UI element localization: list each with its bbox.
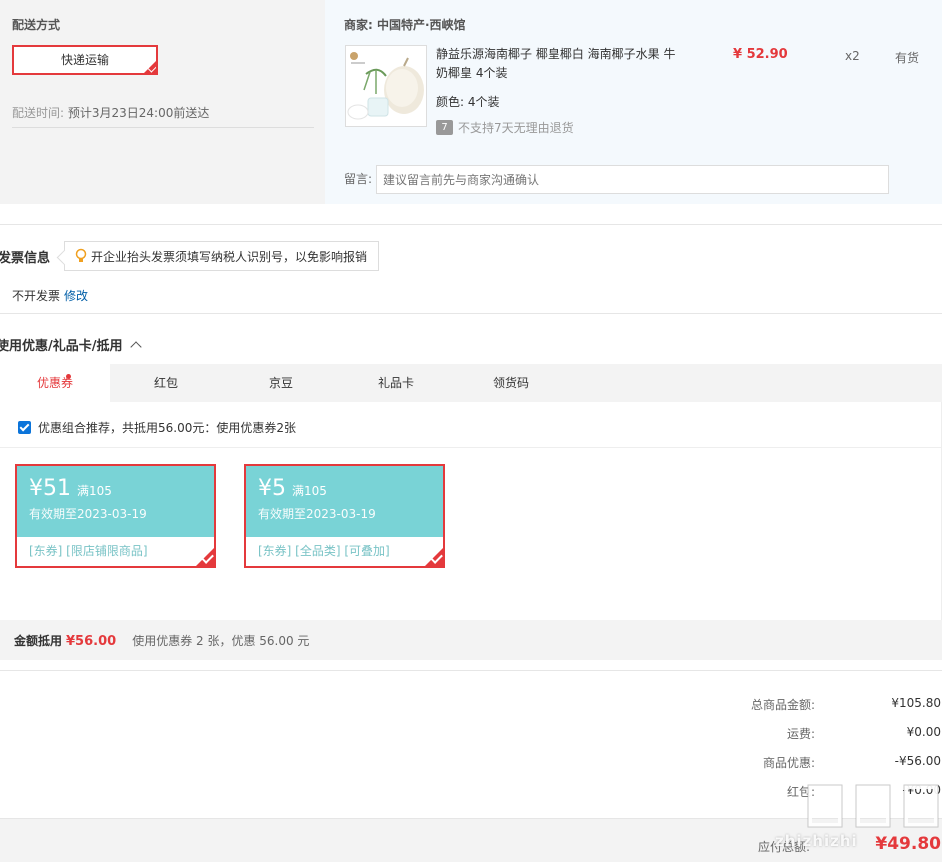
combo-text: 优惠组合推荐，共抵用56.00元：使用优惠券2张 xyxy=(38,421,296,435)
tab-redeem-code[interactable]: 领货码 xyxy=(452,364,570,402)
message-input[interactable] xyxy=(376,165,889,194)
selected-check-icon xyxy=(196,548,214,566)
no-return-icon: 7 xyxy=(436,120,453,135)
return-policy: 7 不支持7天无理由退货 xyxy=(436,119,574,136)
selected-check-icon xyxy=(144,61,156,73)
coupon-card[interactable]: ¥51 满105 有效期至2023-03-19 [东券] [限店铺限商品] xyxy=(15,464,216,568)
message-label: 留言: xyxy=(344,172,373,186)
lightbulb-icon xyxy=(75,248,87,262)
invoice-title: 发票信息 xyxy=(0,251,51,266)
divider xyxy=(0,313,942,314)
goods-discount-value: -¥56.00 xyxy=(894,754,941,768)
invoice-state: 不开发票 修改 xyxy=(12,287,88,304)
summary-amount: ¥56.00 xyxy=(66,634,117,649)
invoice-state-text: 不开发票 xyxy=(12,289,61,303)
divider xyxy=(0,447,942,448)
coupon-amount: ¥5 xyxy=(258,476,286,501)
shipping-option-label: 快递运输 xyxy=(60,53,109,67)
merchant-value: 中国特产·西峡馆 xyxy=(377,18,466,32)
coupon-amount: ¥51 xyxy=(29,476,71,501)
summary-desc: 使用优惠券 2 张，优惠 56.00 元 xyxy=(132,634,310,648)
watermark-text: zhizhizhi xyxy=(775,832,858,850)
tab-gift-card[interactable]: 礼品卡 xyxy=(340,364,452,402)
total-goods-value: ¥105.80 xyxy=(891,696,941,710)
coupon-condition: 满105 xyxy=(77,484,112,498)
chevron-up-icon xyxy=(129,341,142,353)
tab-coupons[interactable]: 优惠券 xyxy=(0,364,110,402)
tab-jd-beans[interactable]: 京豆 xyxy=(222,364,340,402)
delivery-time: 配送时间: 预计3月23日24:00前送达 xyxy=(12,104,209,121)
return-policy-text: 不支持7天无理由退货 xyxy=(458,121,574,135)
coupon-tags: [东券] [全品类] [可叠加] xyxy=(246,537,443,566)
product-color: 颜色: 4个装 xyxy=(436,93,500,110)
invoice-tip: 开企业抬头发票须填写纳税人识别号，以免影响报销 xyxy=(64,241,379,271)
coupon-tabs: 优惠券 红包 京豆 礼品卡 领货码 xyxy=(0,364,942,402)
divider xyxy=(12,127,314,128)
summary-label: 金额抵用 xyxy=(14,634,63,648)
product-price: ¥ 52.90 xyxy=(733,47,788,62)
selected-check-icon xyxy=(425,548,443,566)
invoice-edit-link[interactable]: 修改 xyxy=(64,289,88,303)
total-goods-label: 总商品金额: xyxy=(750,698,815,712)
shipping-title: 配送方式 xyxy=(12,18,61,32)
goods-discount-label: 商品优惠: xyxy=(762,756,815,770)
new-dot-badge xyxy=(66,374,71,379)
shipping-fee-label: 运费: xyxy=(786,727,815,741)
product-color-value: 4个装 xyxy=(467,95,500,109)
divider xyxy=(0,670,942,671)
coupon-validity: 有效期至2023-03-19 xyxy=(258,507,376,521)
coconut-image-icon xyxy=(346,46,426,126)
product-color-label: 颜色: xyxy=(436,95,465,109)
discount-section-title: 使用优惠/礼品卡/抵用 xyxy=(0,339,123,354)
merchant-name: 商家: 中国特产·西峡馆 xyxy=(344,16,466,33)
coupon-card[interactable]: ¥5 满105 有效期至2023-03-19 [东券] [全品类] [可叠加] xyxy=(244,464,445,568)
stock-status: 有货 xyxy=(895,51,920,65)
coupon-combo-recommend[interactable]: 优惠组合推荐，共抵用56.00元：使用优惠券2张 xyxy=(18,419,296,436)
shipping-fee-value: ¥0.00 xyxy=(906,725,941,739)
product-image[interactable] xyxy=(345,45,427,127)
tab-red-packet[interactable]: 红包 xyxy=(110,364,222,402)
discount-summary: 金额抵用 ¥56.00 使用优惠券 2 张，优惠 56.00 元 xyxy=(14,632,309,649)
invoice-tip-text: 开企业抬头发票须填写纳税人识别号，以免影响报销 xyxy=(91,249,368,264)
red-packet-label: 红包: xyxy=(786,785,815,799)
discount-section-toggle[interactable]: 使用优惠/礼品卡/抵用 xyxy=(0,335,142,354)
product-name-link[interactable]: 静益乐源海南椰子 椰皇椰白 海南椰子水果 牛奶椰皇 4个装 xyxy=(436,45,686,83)
merchant-label: 商家: xyxy=(344,18,373,32)
delivery-time-label: 配送时间: xyxy=(12,106,65,120)
coupon-validity: 有效期至2023-03-19 xyxy=(29,507,147,521)
shipping-option-express[interactable]: 快递运输 xyxy=(12,45,158,75)
product-quantity: x2 xyxy=(845,49,860,63)
delivery-time-value: 预计3月23日24:00前送达 xyxy=(67,106,210,120)
combo-checkbox[interactable] xyxy=(18,421,31,434)
coupon-condition: 满105 xyxy=(292,484,327,498)
coupon-tags: [东券] [限店铺限商品] xyxy=(17,537,214,566)
divider xyxy=(0,224,942,225)
red-packet-value: -¥0.00 xyxy=(902,783,941,797)
